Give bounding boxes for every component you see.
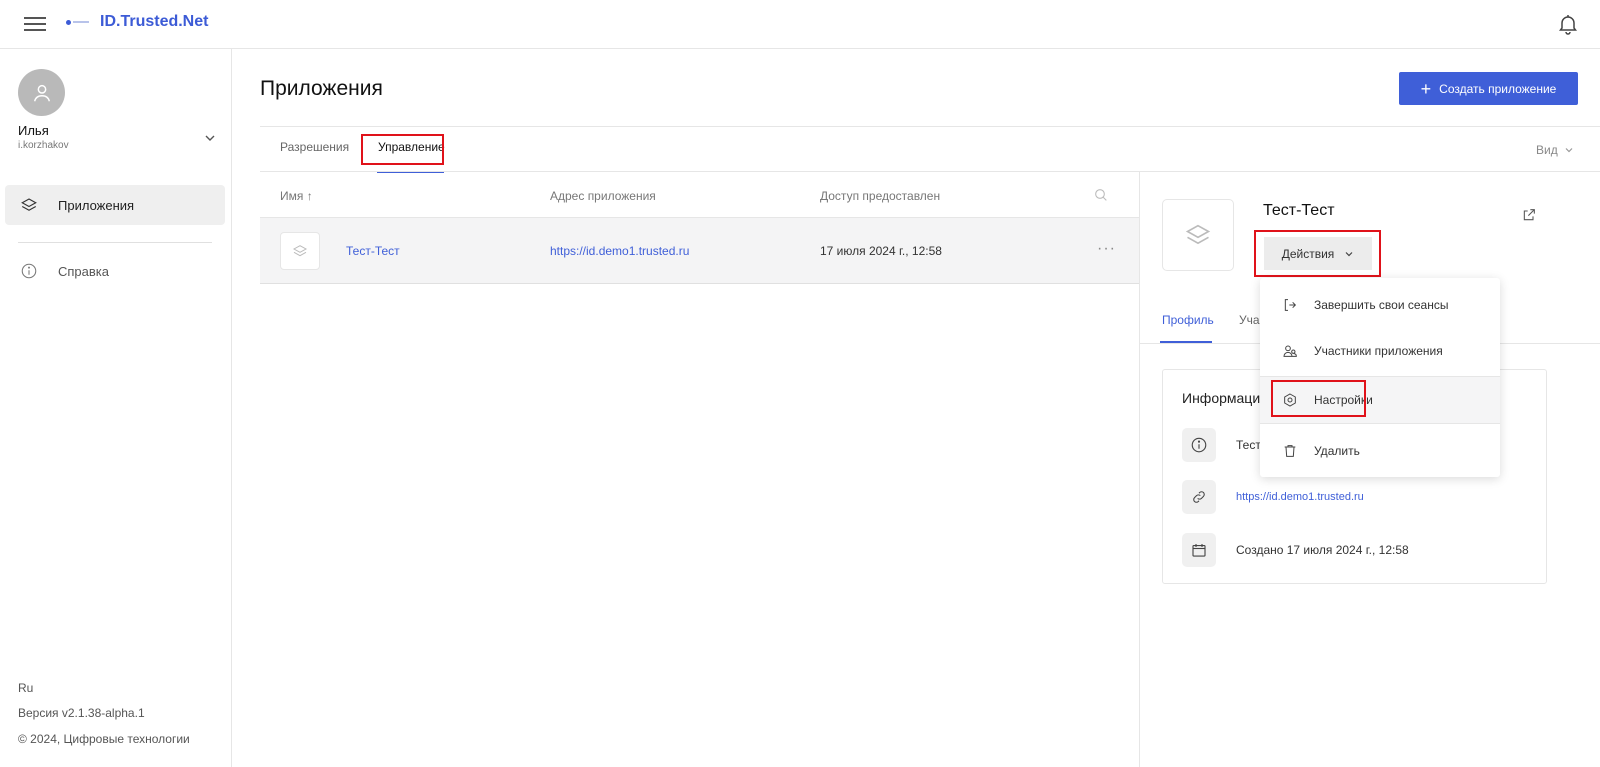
table-row[interactable]: Тест-Тест https://id.demo1.trusted.ru 17… (260, 218, 1140, 284)
view-label: Вид (1536, 143, 1558, 157)
view-select[interactable]: Вид (1536, 143, 1574, 157)
user-icon (33, 84, 50, 101)
menu-item-label: Участники приложения (1314, 344, 1443, 358)
actions-dropdown: Завершить свои сеансы Участники приложен… (1260, 278, 1500, 477)
app-name[interactable]: Тест-Тест (346, 244, 400, 258)
trash-icon (1282, 443, 1298, 459)
info-row-url: https://id.demo1.trusted.ru (1182, 480, 1364, 514)
create-app-button[interactable]: + Создать приложение (1399, 72, 1578, 105)
layers-icon (292, 245, 308, 257)
users-icon (1282, 343, 1298, 359)
menu-item-label: Завершить свои сеансы (1314, 298, 1449, 312)
divider (260, 171, 1600, 172)
top-bar: ID.Trusted.Net (0, 0, 1600, 49)
plus-icon: + (1420, 78, 1432, 99)
logo-mark-icon (66, 19, 92, 25)
divider (260, 126, 1600, 127)
menu-icon[interactable] (24, 14, 46, 34)
info-created: Создано 17 июля 2024 г., 12:58 (1236, 543, 1409, 557)
sidebar-item-label: Справка (58, 263, 109, 279)
info-icon (1182, 428, 1216, 462)
info-description: Тест (1236, 438, 1261, 452)
menu-item-label: Удалить (1314, 444, 1360, 458)
divider (1260, 423, 1500, 424)
menu-item-end-sessions[interactable]: Завершить свои сеансы (1260, 282, 1500, 328)
app-thumbnail (280, 232, 320, 270)
panel-divider (1139, 172, 1140, 767)
divider (18, 242, 212, 243)
tab-profile[interactable]: Профиль (1162, 313, 1214, 327)
column-header-name[interactable]: Имя ↑ (280, 189, 313, 203)
sidebar-item-label: Приложения (58, 197, 135, 213)
menu-item-delete[interactable]: Удалить (1260, 428, 1500, 474)
column-header-url[interactable]: Адрес приложения (550, 189, 656, 203)
sidebar-item-applications[interactable]: Приложения (5, 185, 225, 225)
info-url-link[interactable]: https://id.demo1.trusted.ru (1236, 491, 1364, 503)
column-header-granted[interactable]: Доступ предоставлен (820, 189, 940, 203)
user-login: i.korzhakov (18, 140, 69, 151)
chevron-down-icon (1565, 148, 1573, 153)
page-title: Приложения (260, 77, 383, 100)
brand-name: ID.Trusted.Net (100, 13, 209, 30)
calendar-icon (1182, 533, 1216, 567)
layers-icon (20, 196, 38, 214)
search-icon[interactable] (1093, 187, 1109, 203)
bell-icon[interactable] (1556, 12, 1580, 36)
info-row-description: Тест (1182, 428, 1261, 462)
detail-title: Тест-Тест (1263, 202, 1335, 219)
highlight-box (1254, 230, 1381, 277)
access-granted-date: 17 июля 2024 г., 12:58 (820, 244, 942, 258)
link-icon (1182, 480, 1216, 514)
tab-permissions[interactable]: Разрешения (280, 140, 349, 154)
info-icon (20, 262, 38, 280)
chevron-down-icon[interactable] (203, 131, 217, 145)
sidebar: Илья i.korzhakov Приложения Справка Ru В… (0, 49, 232, 767)
app-url[interactable]: https://id.demo1.trusted.ru (550, 244, 689, 258)
copyright-text: © 2024, Цифровые технологии (18, 732, 190, 746)
info-row-created: Создано 17 июля 2024 г., 12:58 (1182, 533, 1409, 567)
language-switch[interactable]: Ru (18, 681, 33, 695)
brand-logo[interactable]: ID.Trusted.Net (66, 13, 208, 31)
main-content: Приложения + Создать приложение Разрешен… (233, 49, 1600, 767)
avatar[interactable] (18, 69, 65, 116)
sidebar-item-help[interactable]: Справка (5, 251, 225, 291)
version-text: Версия v2.1.38-alpha.1 (18, 706, 145, 720)
highlight-box (361, 134, 444, 165)
highlight-box (1271, 380, 1366, 417)
create-app-label: Создать приложение (1439, 81, 1557, 96)
menu-item-members[interactable]: Участники приложения (1260, 328, 1500, 374)
more-icon[interactable]: ··· (1097, 240, 1116, 258)
app-thumbnail-large (1162, 199, 1234, 271)
logout-icon (1282, 297, 1298, 313)
info-card-title: Информаци (1182, 390, 1261, 406)
user-name: Илья (18, 123, 49, 138)
layers-icon (1185, 224, 1211, 245)
external-link-icon[interactable] (1521, 207, 1537, 223)
